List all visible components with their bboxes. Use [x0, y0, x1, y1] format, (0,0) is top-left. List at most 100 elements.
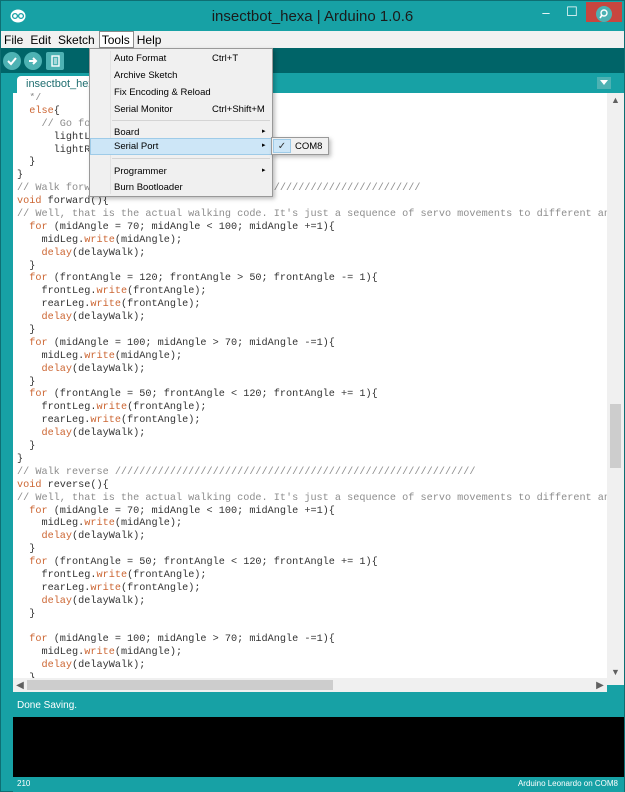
code-line: delay(delayWalk); [41, 428, 146, 440]
maximize-button[interactable]: ☐ [559, 2, 585, 22]
code-line: frontLeg.write(frontAngle); [17, 286, 207, 298]
scroll-up-icon[interactable]: ▲ [607, 93, 624, 107]
menu-item-shortcut: Ctrl+Shift+M [212, 104, 265, 115]
code-line: } [17, 260, 36, 272]
scroll-right-icon[interactable]: ▶ [593, 678, 607, 692]
minimize-icon: – [542, 4, 550, 20]
scroll-down-icon[interactable]: ▼ [607, 665, 624, 679]
code-line: for (frontAngle = 50; frontAngle < 120; … [29, 557, 378, 569]
code-line: rearLeg.write(frontAngle); [17, 299, 201, 311]
menu-item-label: Burn Bootloader [114, 182, 183, 193]
code-line: midLeg.write(midAngle); [17, 350, 183, 362]
menu-item-label: Serial Monitor [114, 104, 173, 115]
code-line: // Well, that is the actual walking code… [17, 492, 624, 504]
menu-item-auto-format[interactable]: Auto Format Ctrl+T [90, 50, 272, 67]
menu-edit[interactable]: Edit [27, 31, 55, 48]
menu-item-archive-sketch[interactable]: Archive Sketch [90, 67, 272, 84]
menu-bar: File Edit Sketch Tools Help [1, 31, 624, 48]
code-line: delay(delayWalk); [41, 247, 146, 259]
vertical-scrollbar[interactable]: ▲ ▼ [607, 93, 624, 685]
code-line: midLeg.write(midAngle); [17, 647, 183, 659]
code-line: frontLeg.write(frontAngle); [17, 402, 207, 414]
menu-item-label: Auto Format [114, 53, 167, 64]
minimize-button[interactable]: – [533, 2, 559, 22]
code-line: for (midAngle = 70; midAngle < 100; midA… [29, 221, 335, 233]
verify-button[interactable] [3, 52, 21, 70]
code-line: delay(delayWalk); [41, 595, 146, 607]
code-line: midLeg.write(midAngle); [17, 518, 183, 530]
checkmark-icon: ✓ [273, 139, 291, 153]
code-line: for (frontAngle = 50; frontAngle < 120; … [29, 389, 378, 401]
tools-menu-dropdown: Auto Format Ctrl+T Archive Sketch Fix En… [89, 48, 273, 197]
menu-item-fix-encoding[interactable]: Fix Encoding & Reload [90, 84, 272, 101]
menu-item-serial-monitor[interactable]: Serial Monitor Ctrl+Shift+M [90, 101, 272, 118]
submenu-arrow-icon: ▸ [262, 142, 266, 149]
serial-port-option-com8[interactable]: COM8 [295, 141, 322, 152]
horizontal-scrollbar[interactable]: ◀ ▶ [13, 678, 607, 692]
code-line: void forward(){ [17, 196, 109, 208]
submenu-arrow-icon: ▸ [262, 167, 266, 174]
verify-icon [7, 57, 17, 66]
code-line: } [17, 453, 24, 465]
menu-tools[interactable]: Tools [98, 31, 134, 48]
code-line: // Well, that is the actual walking code… [17, 209, 624, 221]
code-line: for (midAngle = 100; midAngle > 70; midA… [29, 634, 335, 646]
arduino-ide-window: insectbot_hexa | Arduino 1.0.6 – ☐ ✕ Fil… [0, 0, 625, 792]
code-line: for (midAngle = 70; midAngle < 100; midA… [29, 505, 335, 517]
window-title: insectbot_hexa | Arduino 1.0.6 [211, 8, 414, 25]
magnifier-icon [599, 9, 608, 19]
board-info: Arduino Leonardo on COM8 [517, 779, 618, 788]
serial-port-submenu: ✓ COM8 [271, 137, 329, 155]
menu-item-label: Programmer [114, 166, 167, 177]
menu-file[interactable]: File [1, 31, 27, 48]
code-line: rearLeg.write(frontAngle); [17, 415, 201, 427]
vertical-scroll-thumb[interactable] [610, 404, 621, 468]
maximize-icon: ☐ [566, 4, 578, 19]
menu-item-programmer[interactable]: Programmer ▸ [90, 163, 272, 180]
serial-monitor-button[interactable] [596, 6, 612, 22]
status-bar: Done Saving. [13, 693, 624, 717]
line-number: 210 [17, 779, 31, 788]
code-line: } [17, 608, 36, 620]
code-line: rearLeg.write(frontAngle); [17, 582, 201, 594]
title-bar[interactable]: insectbot_hexa | Arduino 1.0.6 – ☐ ✕ [1, 1, 624, 31]
code-line: delay(delayWalk); [41, 363, 146, 375]
code-line: } [17, 544, 36, 556]
menu-sketch[interactable]: Sketch [55, 31, 99, 48]
code-line: delay(delayWalk); [41, 312, 146, 324]
footer-bar: 210 Arduino Leonardo on COM8 [13, 777, 624, 792]
upload-icon [29, 57, 38, 65]
code-line: delay(delayWalk); [41, 531, 146, 543]
horizontal-scroll-thumb[interactable] [27, 680, 333, 690]
chevron-down-icon [600, 80, 608, 85]
status-message: Done Saving. [17, 700, 78, 711]
code-line: for (frontAngle = 120; frontAngle > 50; … [29, 273, 378, 285]
new-icon [50, 55, 60, 67]
menu-item-label: Fix Encoding & Reload [114, 87, 211, 98]
code-line: for (midAngle = 100; midAngle > 70; midA… [29, 337, 335, 349]
menu-item-serial-port[interactable]: Serial Port ▸ [90, 138, 272, 155]
code-line: } [17, 325, 36, 337]
new-button[interactable] [46, 52, 64, 70]
code-line: delay(delayWalk); [41, 660, 146, 672]
menu-item-burn-bootloader[interactable]: Burn Bootloader [90, 179, 272, 196]
menu-item-label: Archive Sketch [114, 70, 178, 81]
code-line: } [17, 376, 36, 388]
code-line: } [17, 441, 36, 453]
submenu-arrow-icon: ▸ [262, 128, 266, 135]
menu-separator [112, 158, 270, 159]
upload-button[interactable] [24, 52, 42, 70]
scroll-left-icon[interactable]: ◀ [13, 678, 27, 692]
code-line: midLeg.write(midAngle); [17, 234, 183, 246]
code-line: frontLeg.write(frontAngle); [17, 569, 207, 581]
code-line: void reverse(){ [17, 479, 109, 491]
tab-menu-button[interactable] [597, 77, 611, 89]
menu-item-shortcut: Ctrl+T [212, 53, 239, 64]
menu-item-label: Serial Port [114, 141, 159, 152]
menu-item-label: Board [114, 127, 140, 138]
menu-help[interactable]: Help [134, 31, 166, 48]
code-line: // Walk reverse ////////////////////////… [17, 466, 476, 478]
menu-separator [112, 120, 270, 121]
console-output[interactable] [13, 717, 624, 777]
